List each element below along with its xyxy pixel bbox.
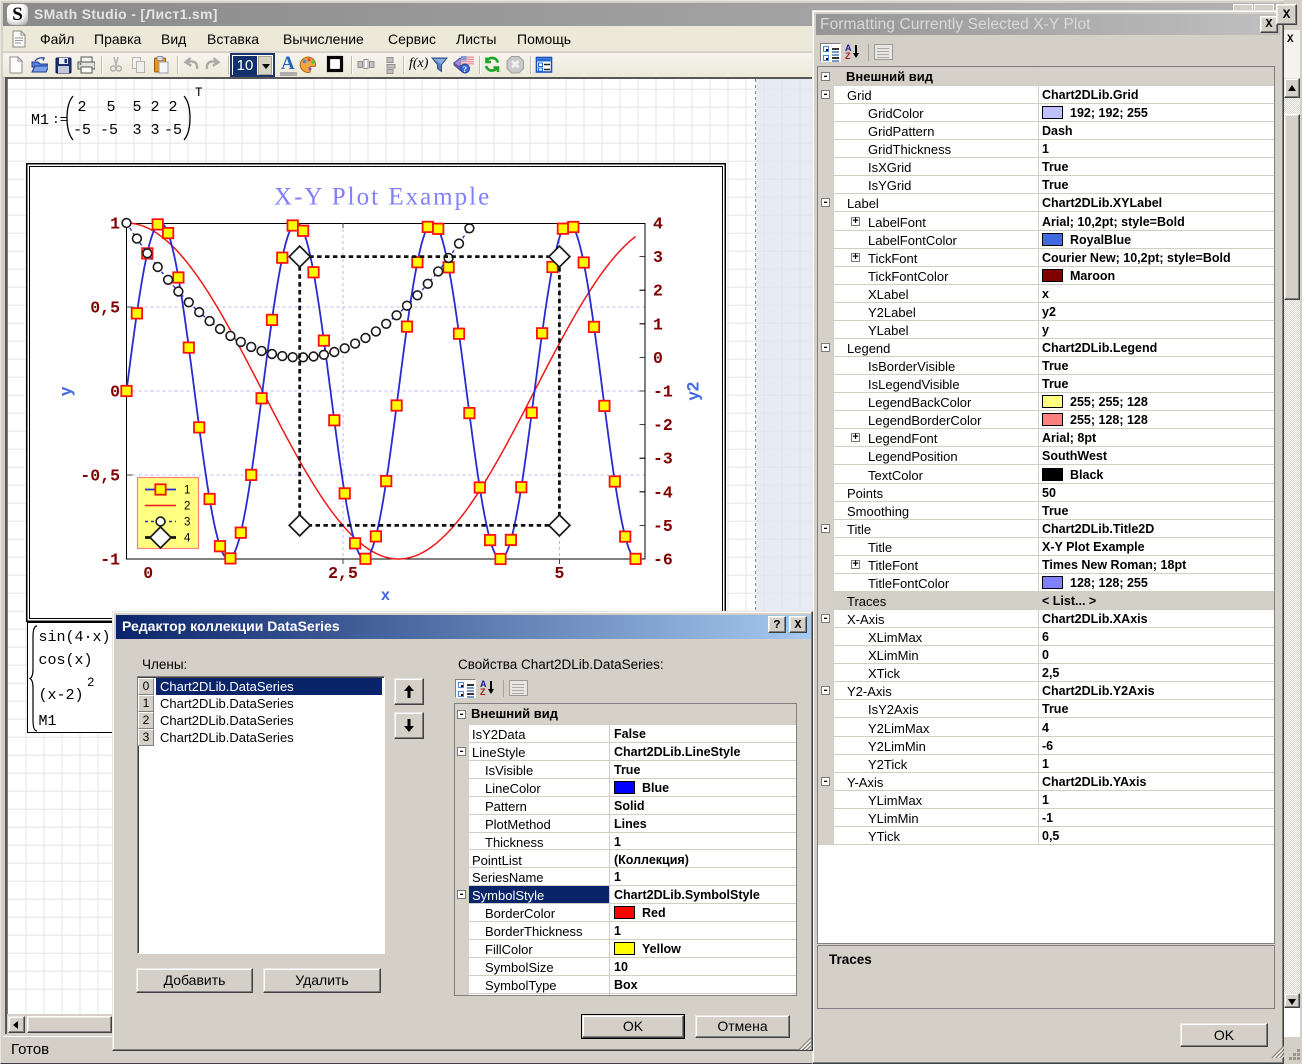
svg-text:-1: -1: [100, 551, 120, 570]
svg-text:-4: -4: [653, 483, 673, 502]
svg-text:-1: -1: [653, 383, 673, 402]
svg-text:-6: -6: [653, 551, 673, 570]
svg-text:3: 3: [184, 517, 190, 529]
svg-text:-2: -2: [653, 416, 673, 435]
svg-text:-3: -3: [653, 450, 673, 469]
svg-text:4: 4: [184, 533, 191, 545]
svg-text:0: 0: [653, 349, 663, 368]
svg-text:3: 3: [653, 248, 663, 267]
svg-text:X-Y Plot Example: X-Y Plot Example: [274, 184, 491, 211]
svg-text:1: 1: [110, 215, 120, 234]
svg-text:0: 0: [143, 564, 153, 583]
svg-text:2,5: 2,5: [328, 564, 358, 583]
svg-text:y: y: [56, 386, 75, 396]
svg-text:1: 1: [184, 485, 190, 497]
svg-text:2: 2: [653, 282, 663, 301]
svg-text:5: 5: [554, 564, 564, 583]
svg-text:2: 2: [184, 501, 190, 513]
svg-text:4: 4: [653, 215, 663, 234]
svg-text:?: ?: [463, 64, 467, 74]
svg-text:-0,5: -0,5: [80, 467, 120, 486]
svg-text:x: x: [381, 587, 390, 604]
svg-text:1: 1: [653, 315, 663, 334]
svg-text:-5: -5: [653, 517, 673, 536]
svg-text:0: 0: [110, 383, 120, 402]
svg-text:y2: y2: [684, 382, 703, 401]
svg-text:0,5: 0,5: [90, 299, 120, 318]
